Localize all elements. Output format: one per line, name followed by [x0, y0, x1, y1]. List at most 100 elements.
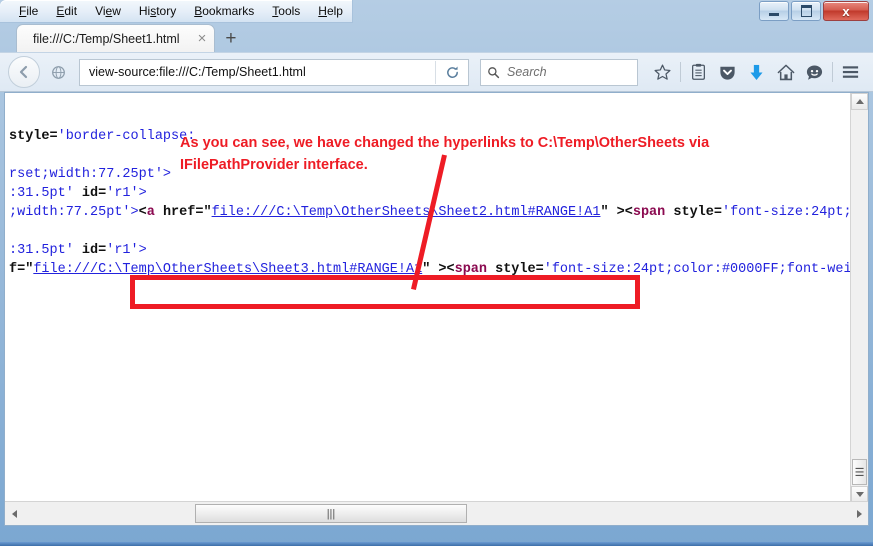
- sync-chat-icon: [805, 63, 824, 82]
- title-bar: File Edit View History Bookmarks Tools H…: [0, 0, 873, 22]
- menu-accel-history: s: [150, 4, 156, 18]
- close-icon: x: [842, 5, 849, 18]
- source-token: <: [139, 205, 147, 220]
- view-source-text[interactable]: style='border-collapse: rset;width:77.25…: [5, 93, 858, 526]
- source-line: [5, 146, 858, 165]
- source-token: a: [147, 205, 155, 220]
- source-token: span: [455, 262, 487, 277]
- menu-accel-file: F: [19, 4, 26, 18]
- chevron-up-icon: [856, 99, 864, 104]
- source-token: :31.5pt': [9, 243, 82, 258]
- browser-window: File Edit View History Bookmarks Tools H…: [0, 0, 873, 546]
- menu-bar: File Edit View History Bookmarks Tools H…: [0, 0, 353, 23]
- scroll-right-button[interactable]: [850, 503, 868, 524]
- pocket-button[interactable]: [713, 58, 742, 87]
- source-line: :31.5pt' id='r1'>: [5, 184, 858, 203]
- url-bar[interactable]: view-source:file:///C:/Temp/Sheet1.html: [79, 59, 469, 86]
- chevron-down-icon: [856, 492, 864, 497]
- chevron-left-icon: [12, 510, 17, 518]
- menu-item-edit[interactable]: Edit: [47, 1, 86, 21]
- source-line: [5, 222, 858, 241]
- search-icon: [481, 66, 504, 79]
- source-line: f="file:///C:\Temp\OtherSheets\Sheet3.ht…: [5, 260, 858, 279]
- source-token: style=: [9, 129, 58, 144]
- menu-accel-edit: E: [56, 4, 64, 18]
- source-token: href=: [163, 205, 204, 220]
- source-token: [487, 262, 495, 277]
- menu-item-history[interactable]: History: [130, 1, 185, 21]
- source-token: rset;width:77.25pt'>: [9, 167, 171, 182]
- horizontal-thumb-grip-icon: |||: [327, 508, 336, 520]
- scroll-up-button[interactable]: [851, 93, 868, 110]
- vertical-scroll-thumb[interactable]: ☰: [852, 459, 867, 485]
- reload-icon: [445, 65, 460, 80]
- horizontal-scrollbar[interactable]: |||: [5, 501, 868, 525]
- menu-item-file[interactable]: File: [10, 1, 47, 21]
- source-token: f=": [9, 262, 33, 277]
- home-button[interactable]: [771, 58, 800, 87]
- source-line: ;width:77.25pt'><a href="file:///C:\Temp…: [5, 203, 858, 222]
- vertical-scrollbar[interactable]: ☰: [850, 93, 868, 503]
- source-token: 'r1'>: [106, 243, 147, 258]
- source-token: span: [633, 205, 665, 220]
- source-token: id=: [82, 186, 106, 201]
- menu-item-view[interactable]: View: [86, 1, 130, 21]
- back-button[interactable]: [8, 56, 40, 88]
- source-token: 'font-size:24pt;color:#0000FF;font-weigh: [544, 262, 858, 277]
- source-token: style=: [673, 205, 722, 220]
- bookmark-star-icon: [653, 63, 672, 82]
- bookmark-star-button[interactable]: [648, 58, 677, 87]
- horizontal-scroll-track[interactable]: |||: [23, 503, 850, 524]
- downloads-icon: [748, 63, 765, 82]
- close-button[interactable]: x: [823, 1, 869, 21]
- tab-sheet1[interactable]: file:///C:/Temp/Sheet1.html ×: [16, 24, 215, 52]
- menu-accel-tools: T: [272, 4, 278, 18]
- reload-button[interactable]: [436, 61, 468, 84]
- source-token: :31.5pt': [9, 186, 82, 201]
- menu-item-tools[interactable]: Tools: [263, 1, 309, 21]
- new-tab-button[interactable]: +: [225, 29, 236, 48]
- tab-title: file:///C:/Temp/Sheet1.html: [33, 32, 180, 46]
- hamburger-menu-button[interactable]: [836, 58, 865, 87]
- menu-item-help[interactable]: Help: [309, 1, 352, 21]
- window-controls: x: [759, 1, 869, 21]
- url-input[interactable]: view-source:file:///C:/Temp/Sheet1.html: [80, 61, 436, 84]
- tab-strip: file:///C:/Temp/Sheet1.html × +: [0, 22, 873, 52]
- toolbar-separator: [680, 62, 681, 82]
- site-identity-button[interactable]: [44, 58, 73, 87]
- source-token: 'border-collapse:: [58, 129, 196, 144]
- menu-accel-help: H: [318, 4, 327, 18]
- source-token: style=: [495, 262, 544, 277]
- search-input[interactable]: Search: [507, 65, 547, 79]
- hamburger-menu-icon: [841, 64, 860, 80]
- vertical-thumb-grip-icon: ☰: [855, 466, 865, 479]
- source-token: 'font-size:24pt;: [722, 205, 852, 220]
- tab-close-icon[interactable]: ×: [198, 31, 207, 46]
- source-token: id=: [82, 243, 106, 258]
- source-line: style='border-collapse:: [5, 127, 858, 146]
- source-line: :31.5pt' id='r1'>: [5, 241, 858, 260]
- back-arrow-icon: [16, 64, 32, 80]
- source-token: ;width:77.25pt: [9, 205, 122, 220]
- source-hyperlink[interactable]: file:///C:\Temp\OtherSheets\Sheet2.html#…: [212, 205, 601, 220]
- reading-list-button[interactable]: [684, 58, 713, 87]
- search-bar[interactable]: Search: [480, 59, 638, 86]
- source-hyperlink[interactable]: file:///C:\Temp\OtherSheets\Sheet3.html#…: [33, 262, 422, 277]
- pocket-icon: [718, 63, 737, 82]
- menu-accel-view: e: [106, 4, 113, 18]
- scroll-left-button[interactable]: [5, 503, 23, 524]
- source-token: [155, 205, 163, 220]
- maximize-button[interactable]: [791, 1, 821, 21]
- minimize-button[interactable]: [759, 1, 789, 21]
- chevron-right-icon: [857, 510, 862, 518]
- window-bottom-edge: [0, 542, 873, 546]
- reading-list-icon: [690, 63, 707, 81]
- minimize-icon: [769, 13, 779, 16]
- sync-chat-button[interactable]: [800, 58, 829, 87]
- horizontal-scroll-thumb[interactable]: |||: [195, 504, 467, 523]
- globe-icon: [51, 65, 66, 80]
- downloads-button[interactable]: [742, 58, 771, 87]
- navigation-toolbar: view-source:file:///C:/Temp/Sheet1.html …: [0, 52, 873, 92]
- menu-item-bookmarks[interactable]: Bookmarks: [185, 1, 263, 21]
- source-token: ": [203, 205, 211, 220]
